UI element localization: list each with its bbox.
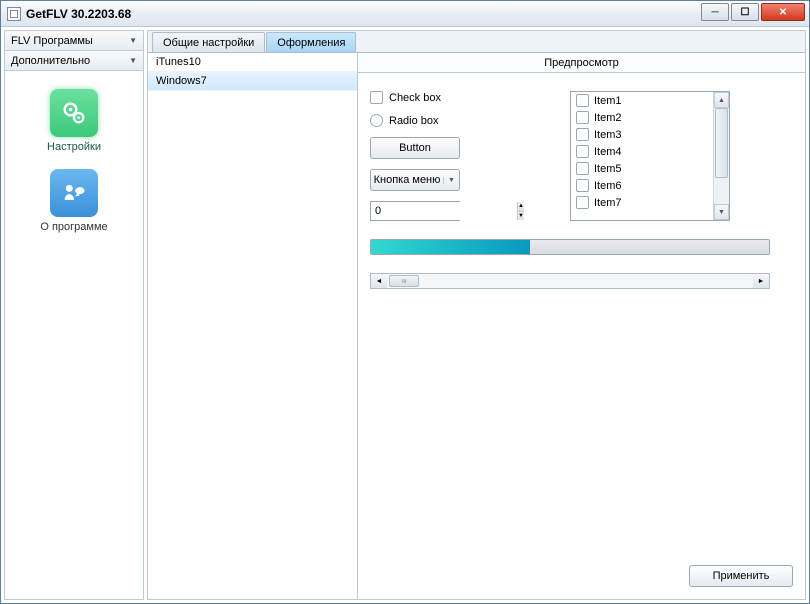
- sidebar-item-settings[interactable]: Настройки: [9, 83, 139, 159]
- number-spinner[interactable]: ▲ ▼: [370, 201, 460, 221]
- list-item-label: Item3: [594, 129, 622, 141]
- preview-controls: Check box Radio box Button Кнопка меню ▼: [370, 91, 793, 221]
- theme-item-itunes10[interactable]: iTunes10: [148, 53, 357, 72]
- sidebar-item-label: О программе: [40, 221, 107, 233]
- progress-fill: [371, 240, 530, 254]
- theme-list[interactable]: iTunes10 Windows7: [148, 53, 358, 599]
- tab-bar: Общие настройки Оформления: [148, 31, 805, 53]
- list-item[interactable]: Item3: [571, 126, 713, 143]
- listbox[interactable]: Item1 Item2 Item3 Item4 Item5 Item6 Item…: [570, 91, 730, 221]
- preview-pane: Предпросмотр Check box Radio box: [358, 53, 805, 599]
- list-item-label: Item5: [594, 163, 622, 175]
- scroll-track[interactable]: [714, 108, 729, 204]
- radio-label: Radio box: [389, 115, 439, 127]
- checkbox-icon[interactable]: [576, 145, 589, 158]
- titlebar[interactable]: GetFLV 30.2203.68 ─ ☐ ✕: [1, 1, 809, 27]
- radio-row[interactable]: Radio box: [370, 114, 540, 127]
- scroll-left-icon[interactable]: ◄: [371, 274, 387, 288]
- settings-icon: [50, 89, 98, 137]
- scroll-right-icon[interactable]: ►: [753, 274, 769, 288]
- window-controls: ─ ☐ ✕: [701, 3, 805, 21]
- list-item-label: Item7: [594, 197, 622, 209]
- window-title: GetFLV 30.2203.68: [26, 7, 131, 21]
- scroll-down-icon[interactable]: ▼: [714, 204, 729, 220]
- list-item[interactable]: Item6: [571, 177, 713, 194]
- scroll-thumb[interactable]: [389, 275, 419, 287]
- list-item[interactable]: Item2: [571, 109, 713, 126]
- apply-button[interactable]: Применить: [689, 565, 793, 587]
- checkbox-icon[interactable]: [576, 94, 589, 107]
- spinner-down-icon[interactable]: ▼: [518, 212, 524, 221]
- tab-body: iTunes10 Windows7 Предпросмотр Check box: [148, 53, 805, 599]
- menu-button[interactable]: Кнопка меню ▼: [370, 169, 460, 191]
- sidebar-header-label: FLV Программы: [11, 35, 93, 47]
- about-icon: [50, 169, 98, 217]
- maximize-button[interactable]: ☐: [731, 3, 759, 21]
- list-item-label: Item2: [594, 112, 622, 124]
- sample-button[interactable]: Button: [370, 137, 460, 159]
- sidebar-item-label: Настройки: [47, 141, 101, 153]
- chevron-down-icon: ▼: [443, 177, 459, 184]
- app-icon: [7, 7, 21, 21]
- list-item-label: Item4: [594, 146, 622, 158]
- app-window: GetFLV 30.2203.68 ─ ☐ ✕ FLV Программы ▼ …: [0, 0, 810, 604]
- sidebar-header-advanced[interactable]: Дополнительно ▼: [5, 51, 143, 71]
- checkbox-icon[interactable]: [576, 128, 589, 141]
- scroll-track[interactable]: [387, 274, 753, 288]
- sidebar-item-about[interactable]: О программе: [9, 163, 139, 239]
- main-panel: Общие настройки Оформления iTunes10 Wind…: [147, 30, 806, 600]
- horizontal-scrollbar[interactable]: ◄ ►: [370, 273, 770, 289]
- progress-bar: [370, 239, 770, 255]
- theme-item-windows7[interactable]: Windows7: [148, 72, 357, 91]
- scroll-up-icon[interactable]: ▲: [714, 92, 729, 108]
- spinner-arrows: ▲ ▼: [517, 202, 524, 220]
- list-item[interactable]: Item7: [571, 194, 713, 211]
- checkbox-row[interactable]: Check box: [370, 91, 540, 104]
- sidebar-header-label: Дополнительно: [11, 55, 90, 67]
- checkbox-icon[interactable]: [576, 111, 589, 124]
- vertical-scrollbar[interactable]: ▲ ▼: [713, 92, 729, 220]
- spinner-input[interactable]: [371, 202, 517, 220]
- list-item[interactable]: Item5: [571, 160, 713, 177]
- checkbox-icon[interactable]: [370, 91, 383, 104]
- sidebar-content: Настройки О программе: [5, 71, 143, 599]
- checkbox-icon[interactable]: [576, 179, 589, 192]
- close-button[interactable]: ✕: [761, 3, 805, 21]
- sidebar: FLV Программы ▼ Дополнительно ▼ Настройк…: [4, 30, 144, 600]
- checkbox-icon[interactable]: [576, 162, 589, 175]
- list-item-label: Item1: [594, 95, 622, 107]
- sidebar-header-programs[interactable]: FLV Программы ▼: [5, 31, 143, 51]
- list-item[interactable]: Item4: [571, 143, 713, 160]
- preview-title: Предпросмотр: [358, 53, 805, 73]
- checkbox-icon[interactable]: [576, 196, 589, 209]
- radio-icon[interactable]: [370, 114, 383, 127]
- minimize-button[interactable]: ─: [701, 3, 729, 21]
- listbox-inner: Item1 Item2 Item3 Item4 Item5 Item6 Item…: [571, 92, 713, 220]
- body: FLV Программы ▼ Дополнительно ▼ Настройк…: [1, 27, 809, 603]
- tab-themes[interactable]: Оформления: [266, 32, 356, 52]
- spinner-up-icon[interactable]: ▲: [518, 202, 524, 212]
- menu-button-label: Кнопка меню: [371, 174, 443, 186]
- chevron-down-icon: ▼: [129, 36, 137, 45]
- preview-left-column: Check box Radio box Button Кнопка меню ▼: [370, 91, 540, 221]
- preview-body: Check box Radio box Button Кнопка меню ▼: [358, 73, 805, 599]
- list-item-label: Item6: [594, 180, 622, 192]
- checkbox-label: Check box: [389, 92, 441, 104]
- chevron-down-icon: ▼: [129, 56, 137, 65]
- scroll-thumb[interactable]: [715, 108, 728, 178]
- list-item[interactable]: Item1: [571, 92, 713, 109]
- tab-general[interactable]: Общие настройки: [152, 32, 265, 52]
